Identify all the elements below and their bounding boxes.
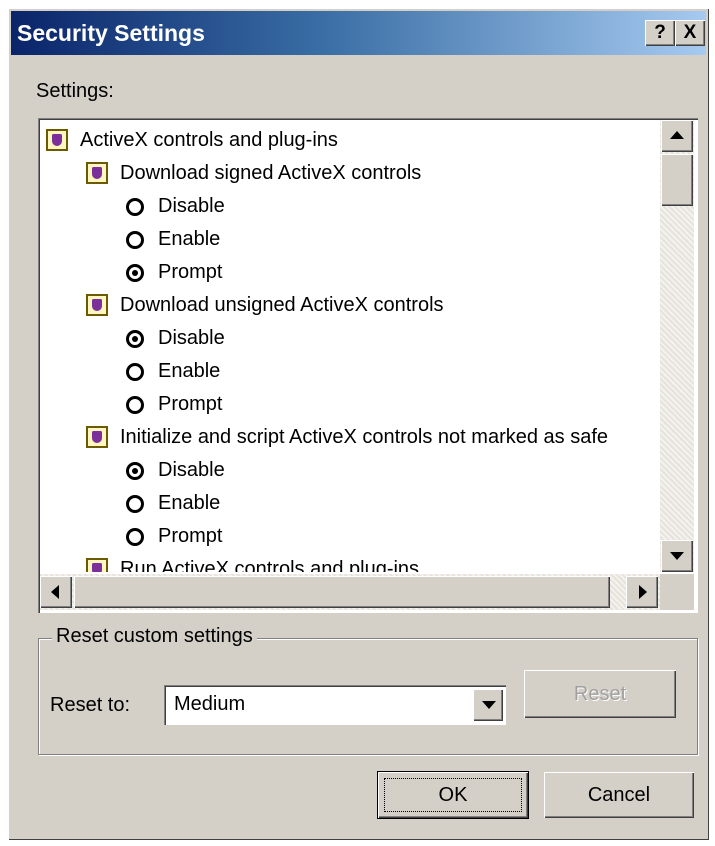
radio-selected-icon[interactable] (126, 330, 144, 348)
tree-row-label: Run ActiveX controls and plug-ins (120, 558, 420, 572)
settings-tree-content: ActiveX controls and plug-ins Download si… (40, 120, 658, 572)
radio-unselected-icon[interactable] (126, 231, 144, 249)
focus-ring (384, 778, 522, 812)
horizontal-scroll-thumb[interactable] (74, 576, 610, 608)
tree-row-label: Disable (158, 327, 225, 349)
chevron-down-icon (482, 701, 496, 709)
dropdown-button[interactable] (473, 689, 503, 721)
title-bar[interactable]: Security Settings ? X (11, 11, 706, 55)
setting-icon (86, 294, 108, 316)
radio-unselected-icon[interactable] (126, 198, 144, 216)
arrow-right-icon (639, 585, 647, 599)
scroll-up-button[interactable] (661, 120, 693, 152)
arrow-down-icon (670, 552, 684, 560)
settings-label: Settings: (36, 80, 114, 103)
scroll-right-button[interactable] (626, 576, 658, 608)
cancel-button[interactable]: Cancel (544, 772, 694, 818)
setting-icon (86, 426, 108, 448)
tree-row-label: Prompt (158, 393, 223, 415)
reset-button[interactable]: Reset (524, 670, 676, 718)
tree-row-label: ActiveX controls and plug-ins (80, 129, 338, 151)
arrow-up-icon (670, 131, 684, 139)
vertical-scroll-thumb[interactable] (661, 154, 693, 206)
tree-row-label: Download unsigned ActiveX controls (120, 294, 444, 316)
security-settings-dialog: Security Settings ? X Settings: ActiveX … (8, 8, 709, 840)
close-button[interactable]: X (675, 20, 705, 46)
reset-group-legend: Reset custom settings (52, 625, 257, 648)
tree-row-label: Disable (158, 459, 225, 481)
reset-to-value: Medium (174, 693, 246, 715)
window-title: Security Settings (17, 20, 205, 46)
radio-selected-icon[interactable] (126, 462, 144, 480)
settings-tree[interactable]: ActiveX controls and plug-ins Download si… (38, 118, 698, 613)
settings-label-text: Settings: (36, 80, 114, 102)
tree-row-label: Enable (158, 360, 221, 382)
tree-row-label: Prompt (158, 261, 223, 283)
reset-to-combobox[interactable]: Medium (164, 685, 506, 725)
tree-row-label: Prompt (158, 525, 223, 547)
radio-unselected-icon[interactable] (126, 363, 144, 381)
reset-to-label: Reset to: (50, 694, 131, 716)
horizontal-scrollbar[interactable] (40, 574, 660, 610)
scroll-corner (660, 574, 694, 610)
vertical-scrollbar[interactable] (660, 120, 694, 572)
radio-unselected-icon[interactable] (126, 495, 144, 513)
tree-row-label: Enable (158, 228, 221, 250)
tree-row-label: Initialize and script ActiveX controls n… (120, 426, 609, 448)
radio-unselected-icon[interactable] (126, 528, 144, 546)
settings-gear-icon (46, 129, 68, 151)
tree-row-label: Enable (158, 492, 221, 514)
setting-icon (86, 162, 108, 184)
scroll-down-button[interactable] (661, 540, 693, 572)
radio-unselected-icon[interactable] (126, 396, 144, 414)
tree-row-label: Download signed ActiveX controls (120, 162, 422, 184)
help-button[interactable]: ? (645, 20, 675, 46)
tree-row-label: Disable (158, 195, 225, 217)
scroll-left-button[interactable] (40, 576, 72, 608)
radio-selected-icon[interactable] (126, 264, 144, 282)
setting-icon (86, 558, 108, 572)
arrow-left-icon (51, 585, 59, 599)
ok-button[interactable]: OK (378, 772, 528, 818)
